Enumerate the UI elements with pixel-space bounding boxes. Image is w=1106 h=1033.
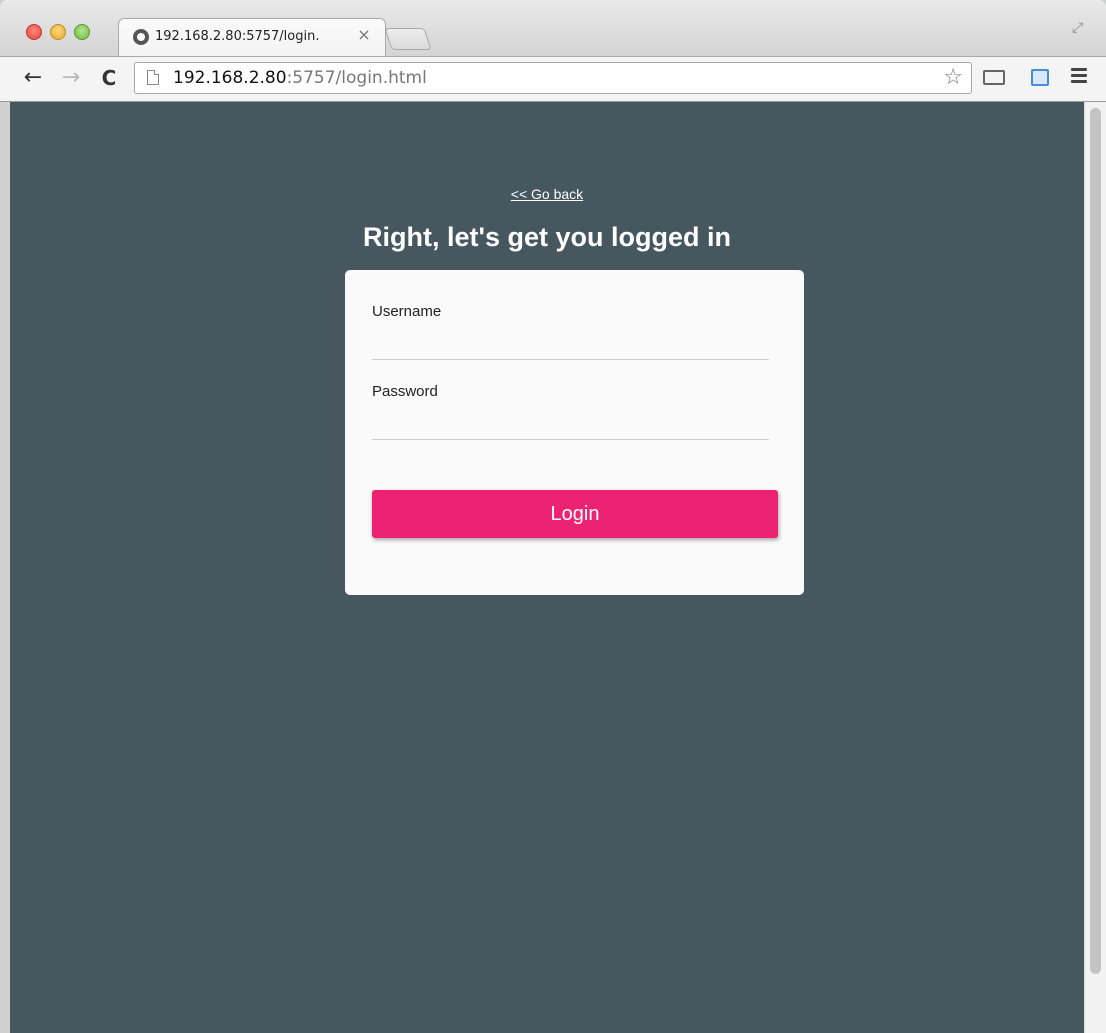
login-button[interactable]: Login: [372, 490, 778, 538]
url-path: :5757/login.html: [286, 68, 427, 88]
password-label: Password: [372, 383, 438, 400]
menu-icon[interactable]: [1071, 68, 1087, 86]
favicon-icon: [133, 29, 149, 45]
zoom-window-button[interactable]: [74, 24, 90, 40]
scrollbar-thumb[interactable]: [1090, 108, 1101, 974]
url-host: 192.168.2.80: [173, 68, 287, 88]
login-card: Username Password Login: [345, 270, 804, 595]
new-tab-button[interactable]: [384, 28, 432, 50]
forward-button[interactable]: →: [58, 65, 84, 91]
cast-icon[interactable]: [983, 70, 1005, 85]
page-viewport: << Go back Right, let's get you logged i…: [10, 102, 1084, 1033]
address-bar[interactable]: 192.168.2.80:5757/login.html ☆: [134, 62, 972, 94]
page-title: Right, let's get you logged in: [363, 222, 731, 252]
reload-button[interactable]: C: [96, 65, 122, 91]
extension-icon[interactable]: [1031, 69, 1049, 86]
back-button[interactable]: ←: [20, 65, 46, 91]
minimize-window-button[interactable]: [50, 24, 66, 40]
tab-login[interactable]: 192.168.2.80:5757/login. ×: [118, 18, 386, 57]
fullscreen-icon[interactable]: ⤢: [1072, 20, 1088, 36]
bookmark-star-icon[interactable]: ☆: [943, 65, 963, 90]
tab-strip: 192.168.2.80:5757/login. × ⤢: [0, 0, 1106, 57]
browser-toolbar: ← → C 192.168.2.80:5757/login.html ☆: [0, 56, 1106, 102]
close-window-button[interactable]: [26, 24, 42, 40]
tab-close-icon[interactable]: ×: [355, 25, 373, 44]
url-text[interactable]: 192.168.2.80:5757/login.html: [173, 68, 427, 88]
go-back-link[interactable]: << Go back: [10, 186, 1084, 202]
window-edge: [0, 102, 10, 1033]
username-label: Username: [372, 303, 442, 320]
username-input[interactable]: [372, 331, 769, 360]
scrollbar[interactable]: [1084, 102, 1106, 1033]
tab-title: 192.168.2.80:5757/login.: [155, 29, 320, 44]
browser-window: 192.168.2.80:5757/login. × ⤢ ← → C 192.1…: [0, 0, 1106, 1033]
password-input[interactable]: [372, 411, 769, 440]
page-icon: [147, 70, 159, 85]
